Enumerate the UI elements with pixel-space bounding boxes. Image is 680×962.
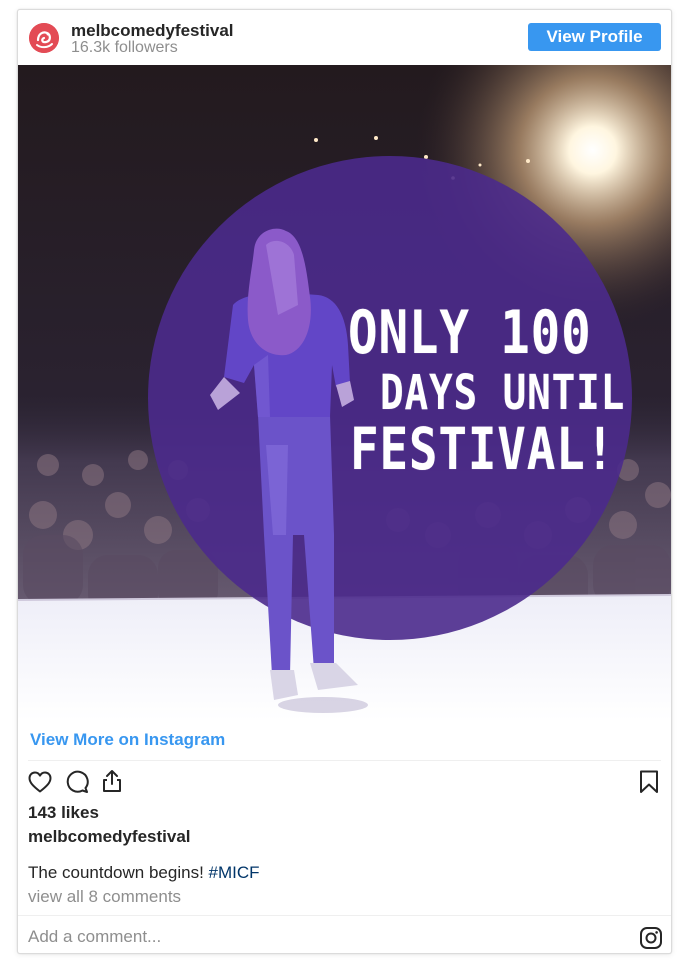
bookmark-icon[interactable] (639, 770, 659, 794)
post-caption: The countdown begins! #MICF (28, 862, 260, 884)
caption-text: The countdown begins! (28, 863, 209, 882)
share-icon[interactable] (100, 769, 124, 793)
add-comment-input[interactable] (28, 922, 588, 952)
instagram-embed-card: melbcomedyfestival 16.3k followers View … (17, 9, 672, 954)
heart-icon[interactable] (28, 771, 52, 793)
follower-count: 16.3k followers (71, 39, 178, 56)
profile-avatar[interactable] (29, 23, 59, 53)
like-count[interactable]: 143 likes (28, 802, 99, 824)
view-profile-button[interactable]: View Profile (528, 23, 661, 51)
hashtag-link[interactable]: #MICF (209, 863, 260, 882)
divider (18, 915, 671, 916)
view-all-comments-link[interactable]: view all 8 comments (28, 886, 181, 908)
caption-username[interactable]: melbcomedyfestival (28, 826, 191, 848)
instagram-icon[interactable] (639, 926, 663, 950)
view-more-on-instagram-link[interactable]: View More on Instagram (30, 729, 225, 751)
comment-icon[interactable] (65, 770, 89, 794)
post-image[interactable]: ONLY 100 DAYS UNTIL FESTIVAL! (18, 65, 671, 720)
divider (28, 760, 661, 761)
